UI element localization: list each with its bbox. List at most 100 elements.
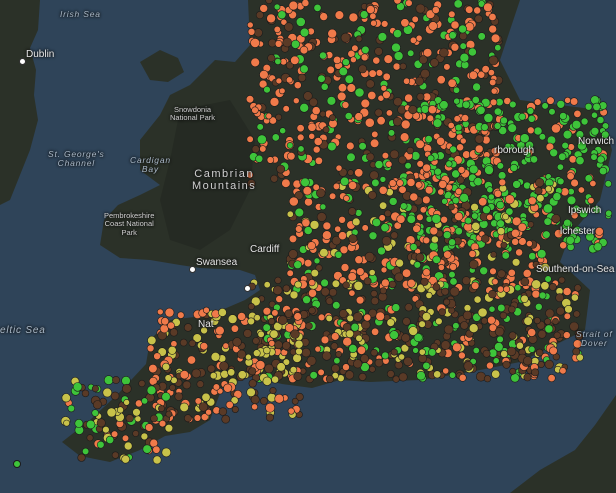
map-marker[interactable]	[381, 236, 392, 246]
map-marker[interactable]	[458, 351, 466, 360]
map-marker[interactable]	[422, 361, 431, 370]
map-marker[interactable]	[498, 178, 507, 187]
map-marker[interactable]	[348, 12, 359, 23]
map-marker[interactable]	[453, 0, 463, 9]
map-marker[interactable]	[491, 278, 499, 286]
map-marker[interactable]	[427, 105, 437, 115]
map-marker[interactable]	[388, 197, 398, 206]
map-marker[interactable]	[450, 20, 460, 30]
map-marker[interactable]	[559, 112, 567, 120]
map-marker[interactable]	[499, 116, 508, 125]
map-marker[interactable]	[494, 342, 504, 352]
map-marker[interactable]	[307, 122, 317, 132]
map-marker[interactable]	[248, 379, 257, 388]
map-marker[interactable]	[243, 328, 252, 338]
map-marker[interactable]	[281, 341, 291, 350]
map-marker[interactable]	[276, 164, 286, 174]
map-marker[interactable]	[548, 108, 556, 116]
map-marker[interactable]	[293, 371, 303, 381]
map-marker[interactable]	[420, 277, 429, 286]
map-marker[interactable]	[486, 213, 493, 221]
map-marker[interactable]	[297, 145, 305, 153]
map-marker[interactable]	[445, 160, 453, 168]
map-marker[interactable]	[447, 203, 455, 211]
map-marker[interactable]	[392, 116, 403, 127]
map-marker[interactable]	[96, 418, 106, 428]
map-marker[interactable]	[333, 357, 341, 365]
map-marker[interactable]	[300, 177, 310, 188]
map-marker[interactable]	[488, 305, 496, 313]
map-marker[interactable]	[263, 85, 271, 94]
map-marker[interactable]	[355, 35, 363, 43]
map-marker[interactable]	[556, 177, 565, 186]
map-marker[interactable]	[277, 10, 287, 20]
map-marker[interactable]	[338, 231, 347, 241]
map-marker[interactable]	[547, 374, 556, 383]
map-marker[interactable]	[289, 290, 299, 300]
map-marker[interactable]	[374, 160, 384, 169]
map-marker[interactable]	[520, 277, 530, 287]
map-marker[interactable]	[561, 141, 569, 150]
map-marker[interactable]	[179, 338, 188, 347]
map-marker[interactable]	[541, 102, 549, 110]
map-marker[interactable]	[282, 37, 293, 48]
map-marker[interactable]	[110, 391, 120, 401]
map-marker[interactable]	[471, 96, 480, 105]
map-marker[interactable]	[353, 280, 364, 291]
map-marker[interactable]	[418, 320, 426, 328]
map-marker[interactable]	[422, 195, 431, 205]
map-marker[interactable]	[363, 313, 372, 322]
map-marker[interactable]	[502, 360, 511, 369]
map-marker[interactable]	[396, 179, 404, 187]
map-marker[interactable]	[297, 73, 307, 83]
map-marker[interactable]	[262, 376, 272, 386]
map-marker[interactable]	[488, 13, 497, 22]
map-marker[interactable]	[314, 156, 323, 165]
map-marker[interactable]	[439, 47, 449, 58]
map-marker[interactable]	[370, 296, 380, 306]
map-marker[interactable]	[274, 39, 283, 48]
map-marker[interactable]	[295, 16, 306, 27]
map-marker[interactable]	[436, 136, 445, 146]
map-marker[interactable]	[457, 166, 466, 174]
map-marker[interactable]	[380, 266, 388, 274]
map-marker[interactable]	[575, 156, 585, 166]
map-marker[interactable]	[146, 344, 155, 353]
map-marker[interactable]	[301, 347, 311, 358]
map-marker[interactable]	[347, 272, 357, 282]
map-marker[interactable]	[284, 22, 294, 32]
map-marker[interactable]	[596, 155, 605, 164]
map-marker[interactable]	[326, 65, 335, 74]
map-marker[interactable]	[496, 200, 505, 210]
map-marker[interactable]	[544, 275, 552, 283]
map-marker[interactable]	[322, 351, 332, 361]
map-marker[interactable]	[527, 114, 536, 123]
map-marker[interactable]	[406, 214, 416, 224]
map-marker[interactable]	[559, 367, 567, 375]
map-marker[interactable]	[266, 13, 276, 24]
map-marker[interactable]	[514, 284, 522, 292]
map-marker[interactable]	[247, 302, 255, 310]
map-marker[interactable]	[322, 126, 330, 134]
map-marker[interactable]	[271, 133, 280, 142]
map-marker[interactable]	[294, 339, 304, 349]
map-marker[interactable]	[528, 345, 536, 353]
map-marker[interactable]	[507, 305, 516, 314]
map-marker[interactable]	[574, 284, 582, 292]
map-marker[interactable]	[544, 324, 554, 334]
map-marker[interactable]	[255, 11, 264, 20]
map-marker[interactable]	[507, 268, 516, 277]
map-marker[interactable]	[590, 95, 600, 105]
map-marker[interactable]	[247, 27, 256, 36]
map-marker[interactable]	[308, 306, 316, 315]
map-marker[interactable]	[473, 295, 482, 304]
map-marker[interactable]	[202, 306, 210, 314]
map-marker[interactable]	[177, 311, 185, 319]
map-marker[interactable]	[426, 114, 434, 123]
map-marker[interactable]	[424, 185, 434, 195]
map-marker[interactable]	[422, 268, 431, 277]
map-marker[interactable]	[459, 193, 469, 203]
map-marker[interactable]	[452, 196, 460, 205]
map-marker[interactable]	[486, 186, 494, 194]
map-marker[interactable]	[265, 402, 275, 413]
